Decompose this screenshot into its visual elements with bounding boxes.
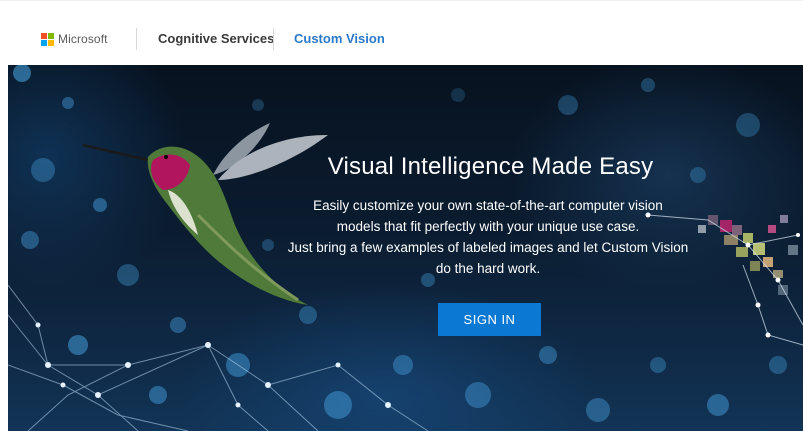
cognitive-services-link[interactable]: Cognitive Services <box>158 31 274 46</box>
microsoft-logo-icon[interactable] <box>41 33 54 46</box>
hero-description-line: do the hard work. <box>435 261 541 276</box>
nav-divider <box>136 28 137 50</box>
sign-in-button[interactable]: SIGN IN <box>438 303 541 336</box>
hero-description-line: Just bring a few examples of labeled ima… <box>287 240 689 255</box>
custom-vision-link[interactable]: Custom Vision <box>294 31 385 46</box>
hero-description-line: models that fit perfectly with your uniq… <box>336 219 640 234</box>
hero-title: Visual Intelligence Made Easy <box>327 153 654 180</box>
top-navigation: Microsoft Cognitive Services Custom Visi… <box>0 0 803 66</box>
hero-banner: Visual Intelligence Made Easy Easily cus… <box>8 65 803 431</box>
microsoft-brand-link[interactable]: Microsoft <box>58 32 108 46</box>
nav-divider <box>273 28 274 50</box>
hero-description-line: Easily customize your own state-of-the-a… <box>313 198 663 213</box>
hero-description: Easily customize your own state-of-the-a… <box>278 195 698 279</box>
